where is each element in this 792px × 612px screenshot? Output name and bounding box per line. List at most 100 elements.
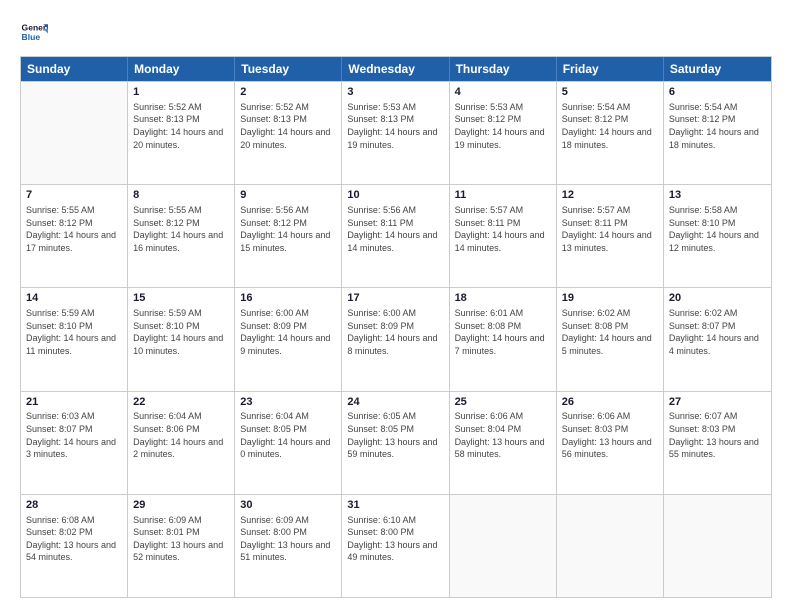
day-info: Sunrise: 5:54 AMSunset: 8:12 PMDaylight:… [562, 101, 658, 151]
calendar-body: 1Sunrise: 5:52 AMSunset: 8:13 PMDaylight… [21, 81, 771, 597]
day-info: Sunrise: 6:10 AMSunset: 8:00 PMDaylight:… [347, 514, 443, 564]
day-number: 20 [669, 291, 766, 306]
day-info: Sunrise: 5:54 AMSunset: 8:12 PMDaylight:… [669, 101, 766, 151]
day-info: Sunrise: 5:53 AMSunset: 8:13 PMDaylight:… [347, 101, 443, 151]
calendar-cell: 24Sunrise: 6:05 AMSunset: 8:05 PMDayligh… [342, 392, 449, 494]
calendar-cell: 15Sunrise: 5:59 AMSunset: 8:10 PMDayligh… [128, 288, 235, 390]
day-number: 16 [240, 291, 336, 306]
day-info: Sunrise: 6:08 AMSunset: 8:02 PMDaylight:… [26, 514, 122, 564]
page: General Blue SundayMondayTuesdayWednesda… [0, 0, 792, 612]
day-info: Sunrise: 6:03 AMSunset: 8:07 PMDaylight:… [26, 410, 122, 460]
calendar-cell: 20Sunrise: 6:02 AMSunset: 8:07 PMDayligh… [664, 288, 771, 390]
day-info: Sunrise: 6:02 AMSunset: 8:08 PMDaylight:… [562, 307, 658, 357]
calendar-cell: 8Sunrise: 5:55 AMSunset: 8:12 PMDaylight… [128, 185, 235, 287]
calendar-cell: 16Sunrise: 6:00 AMSunset: 8:09 PMDayligh… [235, 288, 342, 390]
calendar-cell: 17Sunrise: 6:00 AMSunset: 8:09 PMDayligh… [342, 288, 449, 390]
day-number: 22 [133, 395, 229, 410]
calendar-cell: 11Sunrise: 5:57 AMSunset: 8:11 PMDayligh… [450, 185, 557, 287]
calendar-cell [557, 495, 664, 597]
day-info: Sunrise: 6:06 AMSunset: 8:03 PMDaylight:… [562, 410, 658, 460]
calendar-cell: 12Sunrise: 5:57 AMSunset: 8:11 PMDayligh… [557, 185, 664, 287]
day-info: Sunrise: 6:01 AMSunset: 8:08 PMDaylight:… [455, 307, 551, 357]
calendar-cell: 6Sunrise: 5:54 AMSunset: 8:12 PMDaylight… [664, 82, 771, 184]
day-number: 24 [347, 395, 443, 410]
calendar-cell: 27Sunrise: 6:07 AMSunset: 8:03 PMDayligh… [664, 392, 771, 494]
calendar-cell: 29Sunrise: 6:09 AMSunset: 8:01 PMDayligh… [128, 495, 235, 597]
day-info: Sunrise: 5:52 AMSunset: 8:13 PMDaylight:… [133, 101, 229, 151]
day-number: 2 [240, 85, 336, 100]
day-number: 12 [562, 188, 658, 203]
calendar-header: SundayMondayTuesdayWednesdayThursdayFrid… [21, 57, 771, 81]
calendar-cell: 19Sunrise: 6:02 AMSunset: 8:08 PMDayligh… [557, 288, 664, 390]
day-number: 23 [240, 395, 336, 410]
day-number: 31 [347, 498, 443, 513]
day-info: Sunrise: 6:04 AMSunset: 8:05 PMDaylight:… [240, 410, 336, 460]
day-number: 30 [240, 498, 336, 513]
day-info: Sunrise: 5:56 AMSunset: 8:11 PMDaylight:… [347, 204, 443, 254]
calendar-row: 7Sunrise: 5:55 AMSunset: 8:12 PMDaylight… [21, 184, 771, 287]
day-info: Sunrise: 5:53 AMSunset: 8:12 PMDaylight:… [455, 101, 551, 151]
day-info: Sunrise: 5:52 AMSunset: 8:13 PMDaylight:… [240, 101, 336, 151]
calendar-row: 1Sunrise: 5:52 AMSunset: 8:13 PMDaylight… [21, 81, 771, 184]
day-number: 26 [562, 395, 658, 410]
day-number: 13 [669, 188, 766, 203]
calendar: SundayMondayTuesdayWednesdayThursdayFrid… [20, 56, 772, 598]
calendar-cell: 2Sunrise: 5:52 AMSunset: 8:13 PMDaylight… [235, 82, 342, 184]
day-info: Sunrise: 5:57 AMSunset: 8:11 PMDaylight:… [562, 204, 658, 254]
weekday-header: Friday [557, 57, 664, 81]
calendar-cell: 18Sunrise: 6:01 AMSunset: 8:08 PMDayligh… [450, 288, 557, 390]
weekday-header: Sunday [21, 57, 128, 81]
weekday-header: Tuesday [235, 57, 342, 81]
logo: General Blue [20, 18, 48, 46]
day-number: 14 [26, 291, 122, 306]
day-info: Sunrise: 5:59 AMSunset: 8:10 PMDaylight:… [133, 307, 229, 357]
weekday-header: Thursday [450, 57, 557, 81]
day-number: 18 [455, 291, 551, 306]
day-info: Sunrise: 6:02 AMSunset: 8:07 PMDaylight:… [669, 307, 766, 357]
calendar-row: 14Sunrise: 5:59 AMSunset: 8:10 PMDayligh… [21, 287, 771, 390]
calendar-cell: 25Sunrise: 6:06 AMSunset: 8:04 PMDayligh… [450, 392, 557, 494]
weekday-header: Saturday [664, 57, 771, 81]
day-info: Sunrise: 5:59 AMSunset: 8:10 PMDaylight:… [26, 307, 122, 357]
calendar-row: 21Sunrise: 6:03 AMSunset: 8:07 PMDayligh… [21, 391, 771, 494]
calendar-cell: 3Sunrise: 5:53 AMSunset: 8:13 PMDaylight… [342, 82, 449, 184]
day-number: 10 [347, 188, 443, 203]
calendar-cell [664, 495, 771, 597]
day-info: Sunrise: 6:04 AMSunset: 8:06 PMDaylight:… [133, 410, 229, 460]
day-number: 19 [562, 291, 658, 306]
day-number: 6 [669, 85, 766, 100]
day-number: 7 [26, 188, 122, 203]
day-info: Sunrise: 5:56 AMSunset: 8:12 PMDaylight:… [240, 204, 336, 254]
day-info: Sunrise: 5:55 AMSunset: 8:12 PMDaylight:… [26, 204, 122, 254]
header: General Blue [20, 18, 772, 46]
calendar-cell: 23Sunrise: 6:04 AMSunset: 8:05 PMDayligh… [235, 392, 342, 494]
calendar-cell [450, 495, 557, 597]
calendar-cell: 21Sunrise: 6:03 AMSunset: 8:07 PMDayligh… [21, 392, 128, 494]
day-info: Sunrise: 6:06 AMSunset: 8:04 PMDaylight:… [455, 410, 551, 460]
day-info: Sunrise: 5:55 AMSunset: 8:12 PMDaylight:… [133, 204, 229, 254]
svg-text:General: General [22, 22, 48, 32]
calendar-cell: 22Sunrise: 6:04 AMSunset: 8:06 PMDayligh… [128, 392, 235, 494]
day-number: 1 [133, 85, 229, 100]
calendar-cell [21, 82, 128, 184]
day-info: Sunrise: 6:09 AMSunset: 8:00 PMDaylight:… [240, 514, 336, 564]
day-info: Sunrise: 5:58 AMSunset: 8:10 PMDaylight:… [669, 204, 766, 254]
calendar-cell: 7Sunrise: 5:55 AMSunset: 8:12 PMDaylight… [21, 185, 128, 287]
weekday-header: Monday [128, 57, 235, 81]
calendar-cell: 28Sunrise: 6:08 AMSunset: 8:02 PMDayligh… [21, 495, 128, 597]
day-number: 28 [26, 498, 122, 513]
svg-text:Blue: Blue [22, 32, 41, 42]
day-info: Sunrise: 6:09 AMSunset: 8:01 PMDaylight:… [133, 514, 229, 564]
calendar-cell: 10Sunrise: 5:56 AMSunset: 8:11 PMDayligh… [342, 185, 449, 287]
day-number: 25 [455, 395, 551, 410]
day-info: Sunrise: 6:00 AMSunset: 8:09 PMDaylight:… [347, 307, 443, 357]
calendar-cell: 4Sunrise: 5:53 AMSunset: 8:12 PMDaylight… [450, 82, 557, 184]
calendar-cell: 1Sunrise: 5:52 AMSunset: 8:13 PMDaylight… [128, 82, 235, 184]
weekday-header: Wednesday [342, 57, 449, 81]
day-info: Sunrise: 6:07 AMSunset: 8:03 PMDaylight:… [669, 410, 766, 460]
calendar-cell: 26Sunrise: 6:06 AMSunset: 8:03 PMDayligh… [557, 392, 664, 494]
day-info: Sunrise: 5:57 AMSunset: 8:11 PMDaylight:… [455, 204, 551, 254]
calendar-cell: 31Sunrise: 6:10 AMSunset: 8:00 PMDayligh… [342, 495, 449, 597]
day-info: Sunrise: 6:00 AMSunset: 8:09 PMDaylight:… [240, 307, 336, 357]
day-number: 9 [240, 188, 336, 203]
